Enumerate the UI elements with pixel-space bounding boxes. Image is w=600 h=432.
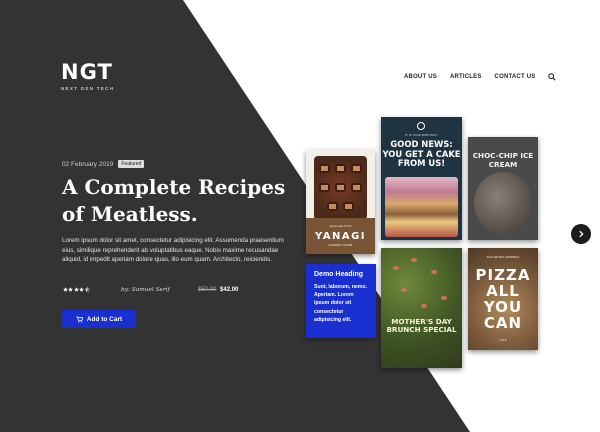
cart-icon xyxy=(76,315,83,323)
book-kicker: Japanese Food xyxy=(329,224,352,228)
site-logo[interactable]: NGT NEXT GEN TECH xyxy=(61,60,121,92)
nav-articles[interactable]: ARTICLES xyxy=(450,74,482,80)
book-title: YANAGI xyxy=(314,231,367,242)
star-icon xyxy=(73,287,79,292)
logo-subtitle: NEXT GEN TECH xyxy=(61,86,115,91)
demo-text: Sunt, laborum, nemo. Aperiam. Lorem ipsu… xyxy=(314,284,368,323)
star-icon xyxy=(79,287,85,292)
star-icon xyxy=(68,287,74,292)
post-meta: 02 February 2019 Featured xyxy=(62,160,145,168)
book-title: CHOC-CHIP ICE CREAM xyxy=(472,151,534,169)
book-footer: LATE xyxy=(499,338,507,342)
cake-image xyxy=(385,177,458,237)
sushi-image xyxy=(314,156,367,220)
book-cover-mothers-day[interactable]: MOTHER'S DAY BRUNCH SPECIAL xyxy=(381,248,462,368)
add-to-cart-label: Add to Cart xyxy=(86,315,123,323)
featured-badge: Featured xyxy=(118,160,145,168)
star-rating xyxy=(63,287,90,292)
gift-icon xyxy=(417,122,425,130)
add-to-cart-button[interactable]: Add to Cart xyxy=(62,310,136,328)
star-half-icon xyxy=(84,287,90,292)
demo-heading: Demo Heading xyxy=(314,271,364,278)
price-block: $50.00 $42.00 xyxy=(198,287,238,293)
book-cover-choc-chip[interactable]: CHOC-CHIP ICE CREAM xyxy=(468,137,538,240)
main-nav: ABOUT US ARTICLES CONTACT US xyxy=(404,73,557,81)
book-cover-good-news[interactable]: IT IS YOUR BIRTHDAY! GOOD NEWS: YOU GET … xyxy=(381,117,462,240)
chevron-right-icon xyxy=(579,230,584,238)
post-date: 02 February 2019 xyxy=(62,160,114,168)
book-title: PIZZA ALL YOU CAN xyxy=(475,266,531,332)
nav-about-us[interactable]: ABOUT US xyxy=(404,74,437,80)
book-title: GOOD NEWS: YOU GET A CAKE FROM US! xyxy=(382,139,461,168)
star-icon xyxy=(63,287,68,292)
book-cover-pizza[interactable]: SOLOMON'S PIZZERIA PIZZA ALL YOU CAN LAT… xyxy=(468,248,538,350)
new-price: $42.00 xyxy=(220,287,239,293)
carousel-next-button[interactable] xyxy=(571,224,591,244)
book-kicker: SOLOMON'S PIZZERIA xyxy=(486,255,520,259)
book-subtitle: JAPANESE CUISINE xyxy=(328,244,353,247)
author-name: by: Samuel Serif xyxy=(121,287,170,293)
demo-card: Demo Heading Sunt, laborum, nemo. Aperia… xyxy=(306,264,376,338)
nav-contact-us[interactable]: CONTACT US xyxy=(495,74,536,80)
ice-cream-image xyxy=(474,172,532,234)
book-title: MOTHER'S DAY BRUNCH SPECIAL xyxy=(386,317,457,335)
hero-description: Lorem ipsum dolor sit amet, consectetur … xyxy=(62,237,284,264)
search-icon[interactable] xyxy=(548,73,557,81)
book-kicker: IT IS YOUR BIRTHDAY! xyxy=(405,133,438,137)
book-cover-yanagi[interactable]: Japanese Food YANAGI JAPANESE CUISINE xyxy=(306,150,375,254)
hero-title: A Complete Recipes of Meatless. xyxy=(62,175,286,226)
logo-mark: NGT xyxy=(61,60,113,84)
old-price: $50.00 xyxy=(198,287,217,293)
